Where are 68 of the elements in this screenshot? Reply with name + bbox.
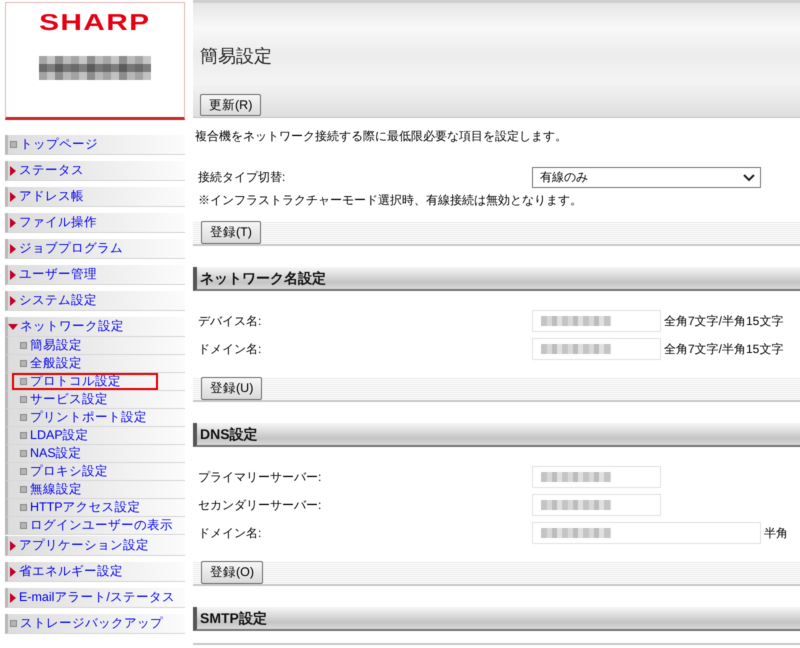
hint-text: 全角7文字/半角15文字 [664,312,784,330]
hint-text: 全角7文字/半角15文字 [664,340,784,358]
square-bullet-icon [20,342,27,349]
register-button[interactable]: 登録(O) [201,561,264,584]
field-label: ドメイン名: [197,524,262,542]
square-bullet-icon [10,620,17,627]
field-label: ドメイン名: [197,340,262,358]
square-bullet-icon [20,396,27,403]
register-button[interactable]: 登録(T) [201,221,261,244]
sidebar-sublink[interactable]: LDAP設定 [5,427,185,445]
pixelated-block [541,472,611,482]
sidebar-link[interactable]: ストレージバックアップ [5,614,185,634]
sidebar-sublink[interactable]: プロトコル設定 [5,373,185,391]
square-bullet-icon [20,486,27,493]
input-field[interactable] [532,494,661,516]
refresh-button[interactable]: 更新(R) [200,94,262,116]
sidebar-link[interactable]: アプリケーション設定 [5,536,185,556]
pixelated-block [541,344,611,354]
section-heading: DNS設定 [193,423,800,447]
sidebar-link[interactable]: ファイル操作 [5,213,185,233]
square-bullet-icon [20,522,27,529]
chevron-down-icon [743,174,755,182]
square-bullet-icon [20,504,27,511]
sidebar-link[interactable]: ステータス [5,161,185,181]
square-bullet-icon [10,141,17,148]
section-heading: ネットワーク名設定 [193,267,800,291]
sidebar-link[interactable]: ジョブプログラム [5,239,185,259]
page-title: 簡易設定 [200,45,273,68]
sidebar-sublink[interactable]: 簡易設定 [5,337,185,355]
sidebar-link[interactable]: トップページ [5,135,185,155]
sidebar-sublink[interactable]: プリントポート設定 [5,409,185,427]
square-bullet-icon [20,432,27,439]
sidebar-sublink[interactable]: プロキシ設定 [5,463,185,481]
pixelated-block [541,316,611,326]
square-bullet-icon [20,360,27,367]
square-bullet-icon [20,378,27,385]
note-text: ※インフラストラクチャーモード選択時、有線接続は無効となります。 [198,192,583,208]
field-label: セカンダリーサーバー: [197,496,322,514]
sidebar-sublink[interactable]: サービス設定 [5,391,185,409]
square-bullet-icon [20,450,27,457]
sidebar-sublink[interactable]: ログインユーザーの表示 [5,517,185,535]
field-label: 接続タイプ切替: [197,169,286,186]
sidebar-sublink[interactable]: HTTPアクセス設定 [5,499,185,517]
field-label: デバイス名: [197,312,262,330]
hint-text: 半角 [764,524,788,542]
input-field[interactable] [532,338,661,360]
input-field[interactable] [532,522,761,544]
sidebar-sublink[interactable]: 無線設定 [5,481,185,499]
square-bullet-icon [20,414,27,421]
sidebar-link[interactable]: ユーザー管理 [5,265,185,285]
input-field[interactable] [532,310,661,332]
sidebar-link[interactable]: 省エネルギー設定 [5,562,185,582]
description-text: 複合機をネットワーク接続する際に最低限必要な項目を設定します。 [195,128,568,144]
sidebar-sublink[interactable]: NAS設定 [5,445,185,463]
sidebar-link[interactable]: アドレス帳 [5,187,185,207]
input-field[interactable] [532,466,661,488]
section-heading: SMTP設定 [193,607,800,631]
sidebar-link[interactable]: E-mailアラート/ステータス [5,588,185,608]
dropdown[interactable]: 有線のみ [532,167,761,188]
field-label: プライマリーサーバー: [197,468,322,486]
sidebar-link[interactable]: ネットワーク設定 [5,317,185,337]
pixelated-block [541,528,611,538]
sidebar-link[interactable]: システム設定 [5,291,185,311]
square-bullet-icon [20,468,27,475]
brand-logo: SHARP [39,10,151,34]
sidebar-sublink[interactable]: 全般設定 [5,355,185,373]
pixelated-block [541,500,611,510]
register-button[interactable]: 登録(U) [201,377,262,400]
